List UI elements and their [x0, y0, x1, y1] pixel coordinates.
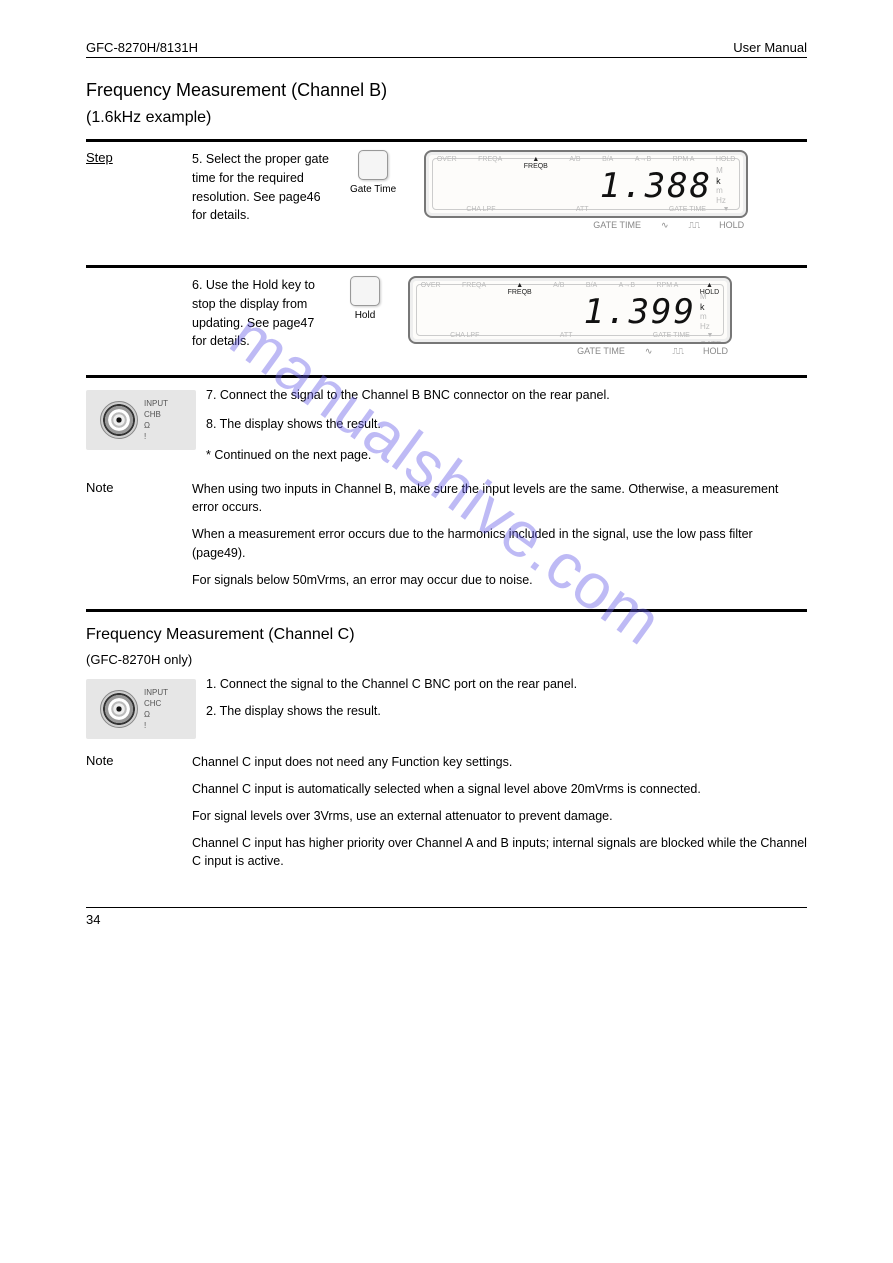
chc-section-title: Frequency Measurement (Channel C): [86, 626, 807, 644]
lcd-display-1: OVER FREQA FREQB A/B B/A A→B RPM A HOLD …: [424, 150, 748, 231]
header-right: User Manual: [733, 40, 807, 55]
omega-icon: Ω: [144, 420, 168, 431]
lcd1-below-hold: HOLD: [719, 220, 744, 231]
note-item: Channel C input has higher priority over…: [192, 834, 807, 872]
chc-step-2: 2. The display shows the result.: [206, 702, 577, 721]
note-block-1: Note When using two inputs in Channel B,…: [86, 480, 807, 590]
step-7-text: 7. Connect the signal to the Channel B B…: [206, 386, 610, 405]
warning-icon: !: [144, 720, 168, 731]
step-label: Step: [86, 150, 176, 165]
note-item: When a measurement error occurs due to t…: [192, 525, 807, 563]
bnc-connector-icon: [100, 401, 138, 439]
page-number: 34: [86, 912, 100, 927]
lcd1-digits: 1.388: [600, 166, 712, 206]
lcd2-active-freqb: FREQB: [508, 282, 532, 296]
hold-key[interactable]: [350, 276, 380, 306]
lcd1-bottom-indicators: CHA LPF ATT GATE TIME: [426, 206, 746, 213]
note-block-2: Note Channel C input does not need any F…: [86, 753, 807, 871]
step-7-row: INPUT CHB Ω ! 7. Connect the signal to t…: [86, 386, 807, 462]
hold-key-label: Hold: [355, 310, 376, 321]
gate-time-key[interactable]: [358, 150, 388, 180]
page-footer: 34: [86, 907, 807, 927]
subsection-title: (1.6kHz example): [86, 109, 807, 127]
continued-note: * Continued on the next page.: [206, 448, 610, 462]
divider: [86, 265, 807, 268]
note-item: When using two inputs in Channel B, make…: [192, 480, 807, 518]
chc-step-1: 1. Connect the signal to the Channel C B…: [206, 675, 577, 694]
sine-icon: [645, 346, 653, 357]
bnc-connector-icon: [100, 690, 138, 728]
header-left: GFC-8270H/8131H: [86, 40, 198, 55]
bnc-chb-illustration: INPUT CHB Ω !: [86, 390, 196, 450]
step-5-text: 5. Select the proper gate time for the r…: [192, 150, 332, 225]
divider: [86, 139, 807, 142]
gate-time-key-label: Gate Time: [350, 184, 396, 195]
bnc-channel-label: CHB: [144, 409, 168, 420]
lcd1-active-freqb: FREQB: [524, 156, 548, 170]
omega-icon: Ω: [144, 709, 168, 720]
note-item: Channel C input does not need any Functi…: [192, 753, 807, 772]
sine-icon: [661, 220, 669, 231]
lcd2-bottom-indicators: CHA LPF ATT GATE TIME: [410, 332, 730, 339]
step-6-text: 6. Use the Hold key to stop the display …: [192, 276, 332, 351]
lcd2-below-hold: HOLD: [703, 346, 728, 357]
step-5-row: Step 5. Select the proper gate time for …: [86, 150, 807, 231]
bnc-chc-illustration: INPUT CHC Ω !: [86, 679, 196, 739]
warning-icon: !: [144, 431, 168, 442]
divider: [86, 375, 807, 378]
header-rule: [86, 57, 807, 58]
note-label: Note: [86, 480, 176, 495]
note-item: For signals below 50mVrms, an error may …: [192, 571, 807, 590]
step-8-text: 8. The display shows the result.: [206, 415, 610, 434]
step-6-row: 6. Use the Hold key to stop the display …: [86, 276, 807, 357]
note-item: For signal levels over 3Vrms, use an ext…: [192, 807, 807, 826]
chc-input-label: INPUT: [144, 687, 168, 698]
note-item: Channel C input is automatically selecte…: [192, 780, 807, 799]
pulse-icon: [689, 220, 700, 231]
lcd-display-2: OVER FREQA FREQB A/B B/A A→B RPM A HOLD …: [408, 276, 732, 357]
chc-step-row: INPUT CHC Ω ! 1. Connect the signal to t…: [86, 675, 807, 739]
section-title: Frequency Measurement (Channel B): [86, 80, 807, 101]
pulse-icon: [672, 346, 683, 357]
page: manualshive.com GFC-8270H/8131H User Man…: [0, 0, 893, 957]
bnc-input-label: INPUT: [144, 398, 168, 409]
chc-channel-label: CHC: [144, 698, 168, 709]
note-label: Note: [86, 753, 176, 768]
lcd2-digits: 1.399: [584, 292, 696, 332]
divider: [86, 609, 807, 612]
lcd1-below-gate: GATE TIME: [593, 220, 641, 231]
chc-subtitle: (GFC-8270H only): [86, 652, 807, 667]
page-header: GFC-8270H/8131H User Manual: [86, 40, 807, 55]
lcd2-below-gate: GATE TIME: [577, 346, 625, 357]
